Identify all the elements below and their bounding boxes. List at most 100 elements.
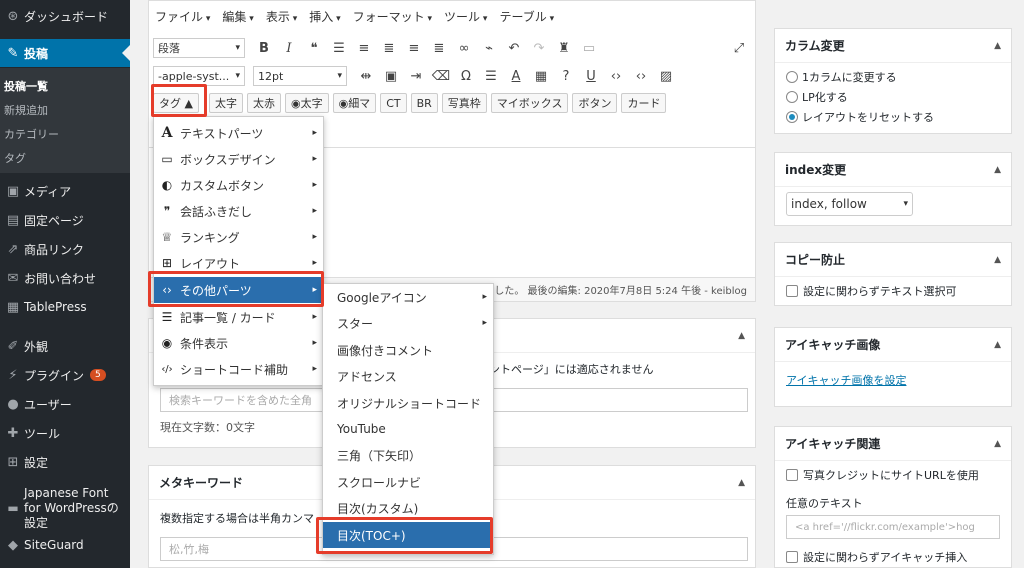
checkbox[interactable] <box>786 469 798 481</box>
toggle-arrow-icon[interactable]: ▲ <box>738 478 745 488</box>
menu-format[interactable]: フォーマット <box>353 8 432 25</box>
align-right-icon[interactable]: ≣ <box>428 37 450 59</box>
submenu-add-new[interactable]: 新規追加 <box>0 98 130 121</box>
checkbox[interactable] <box>786 551 798 563</box>
radio-icon[interactable] <box>786 111 798 123</box>
user-thin-button[interactable]: ◉ 細マ <box>332 93 377 113</box>
table-icon[interactable]: ▦ <box>530 65 552 87</box>
strikethrough-icon[interactable]: ⇹ <box>355 65 377 87</box>
menu-item-shortcode[interactable]: ‹/› ショートコード補助 ▸ <box>154 356 323 382</box>
ct-button[interactable]: CT <box>380 93 407 113</box>
submenu-tags[interactable]: タグ <box>0 146 130 169</box>
credit-checkbox-row[interactable]: 写真クレジットにサイトURLを使用 <box>775 465 1011 485</box>
photo-frame-button[interactable]: 写真枠 <box>441 93 487 113</box>
image-icon[interactable]: ▨ <box>655 65 677 87</box>
sidebar-item-users[interactable]: ● ユーザー <box>0 390 130 418</box>
toggle-arrow-icon[interactable]: ▲ <box>994 255 1001 265</box>
menu-item-box-design[interactable]: ▭ ボックスデザイン ▸ <box>154 146 323 172</box>
sidebar-item-plugins[interactable]: ⚡ プラグイン 5 <box>0 361 130 389</box>
keyboard-icon[interactable]: ▭ <box>578 37 600 59</box>
submenu-star[interactable]: スター ▸ <box>323 310 493 336</box>
submenu-google-icon[interactable]: Googleアイコン ▸ <box>323 284 493 310</box>
stamp-icon[interactable]: ♜ <box>553 37 575 59</box>
sidebar-item-product-link[interactable]: ⇗ 商品リンク <box>0 235 130 263</box>
card-button[interactable]: カード <box>621 93 667 113</box>
sidebar-item-tablepress[interactable]: ▦ TablePress <box>0 293 130 321</box>
submenu-youtube[interactable]: YouTube <box>323 416 493 442</box>
checkbox[interactable] <box>786 285 798 297</box>
bold-button[interactable]: 太字 <box>208 93 243 113</box>
toggle-arrow-icon[interactable]: ▲ <box>994 165 1001 175</box>
menu-item-text-parts[interactable]: A テキストパーツ ▸ <box>154 120 323 146</box>
font-family-select[interactable]: -apple-syst... <box>153 66 245 86</box>
toggle-arrow-icon[interactable]: ▲ <box>994 340 1001 350</box>
submenu-categories[interactable]: カテゴリー <box>0 122 130 145</box>
help-icon[interactable]: ? <box>555 65 577 87</box>
button-button[interactable]: ボタン <box>572 93 618 113</box>
sidebar-item-settings[interactable]: ⊞ 設定 <box>0 448 130 476</box>
copy-checkbox-row[interactable]: 設定に関わらずテキスト選択可 <box>775 281 1011 301</box>
link-icon[interactable]: ∞ <box>453 37 475 59</box>
submenu-triangle[interactable]: 三角（下矢印） <box>323 442 493 468</box>
toggle-arrow-icon[interactable]: ▲ <box>994 41 1001 51</box>
underline-icon[interactable]: U <box>580 65 602 87</box>
blockquote-icon[interactable]: ❝ <box>303 37 325 59</box>
sidebar-item-posts[interactable]: ✎ 投稿 <box>0 39 130 67</box>
submenu-image-comment[interactable]: 画像付きコメント <box>323 337 493 363</box>
bullet-list-icon[interactable]: ☰ <box>328 37 350 59</box>
sidebar-item-contact[interactable]: ✉ お問い合わせ <box>0 264 130 292</box>
code-icon[interactable]: ‹› <box>605 65 627 87</box>
my-box-button[interactable]: マイボックス <box>490 93 569 113</box>
set-eyecatch-link[interactable]: アイキャッチ画像を設定 <box>775 372 1011 388</box>
omega-icon[interactable]: Ω <box>455 65 477 87</box>
menu-insert[interactable]: 挿入 <box>309 8 340 25</box>
fullscreen-icon[interactable]: ⤢ <box>728 37 750 59</box>
bold-red-button[interactable]: 太赤 <box>246 93 281 113</box>
sidebar-item-media[interactable]: ▣ メディア <box>0 177 130 205</box>
submenu-all-posts[interactable]: 投稿一覧 <box>0 74 130 97</box>
menu-file[interactable]: ファイル <box>155 8 210 25</box>
radio-one-column[interactable]: 1カラムに変更する <box>775 67 1011 87</box>
custom-text-input[interactable]: <a href='//flickr.com/example'>hog <box>786 515 1000 539</box>
menu-item-conditional[interactable]: ◉ 条件表示 ▸ <box>154 330 323 356</box>
radio-icon[interactable] <box>786 71 798 83</box>
redo-icon[interactable]: ↷ <box>528 37 550 59</box>
paragraph-format-select[interactable]: 段落 <box>153 38 245 58</box>
bold-icon[interactable]: B <box>253 37 275 59</box>
eraser-icon[interactable]: ⌫ <box>430 65 452 87</box>
radio-reset[interactable]: レイアウトをリセットする <box>775 107 1011 127</box>
submenu-original-shortcode[interactable]: オリジナルショートコード <box>323 390 493 416</box>
sidebar-item-siteguard[interactable]: ◆ SiteGuard <box>0 531 130 559</box>
sidebar-item-dashboard[interactable]: ⊛ ダッシュボード <box>0 2 130 30</box>
font-size-select[interactable]: 12pt <box>253 66 347 86</box>
menu-item-article-list[interactable]: ☰ 記事一覧 / カード ▸ <box>154 304 323 330</box>
align-left-icon[interactable]: ≣ <box>378 37 400 59</box>
radio-icon[interactable] <box>786 91 798 103</box>
radio-lp[interactable]: LP化する <box>775 87 1011 107</box>
sidebar-item-tools[interactable]: ✚ ツール <box>0 419 130 447</box>
outdent-icon[interactable]: ☰ <box>480 65 502 87</box>
italic-icon[interactable]: I <box>278 37 300 59</box>
index-select[interactable]: index, follow <box>786 192 913 216</box>
sidebar-item-appearance[interactable]: ✐ 外観 <box>0 332 130 360</box>
align-center-icon[interactable]: ≡ <box>403 37 425 59</box>
menu-item-ranking[interactable]: ♕ ランキング ▸ <box>154 224 323 250</box>
toggle-arrow-icon[interactable]: ▲ <box>738 331 745 341</box>
numbered-list-icon[interactable]: ≡ <box>353 37 375 59</box>
menu-view[interactable]: 表示 <box>266 8 297 25</box>
menu-item-custom-button[interactable]: ◐ カスタムボタン ▸ <box>154 172 323 198</box>
menu-table[interactable]: テーブル <box>499 8 554 25</box>
br-button[interactable]: BR <box>410 93 438 113</box>
undo-icon[interactable]: ↶ <box>503 37 525 59</box>
submenu-adsense[interactable]: アドセンス <box>323 363 493 389</box>
unlink-icon[interactable]: ⌁ <box>478 37 500 59</box>
submenu-scroll-nav[interactable]: スクロールナビ <box>323 469 493 495</box>
indent-icon[interactable]: ⇥ <box>405 65 427 87</box>
code-alt-icon[interactable]: ‹› <box>630 65 652 87</box>
menu-tools[interactable]: ツール <box>444 8 487 25</box>
text-color-icon[interactable]: A <box>505 65 527 87</box>
menu-edit[interactable]: 編集 <box>222 8 253 25</box>
sidebar-item-japanese-font[interactable]: ▬ Japanese Font for WordPressの設定 <box>0 486 130 530</box>
paste-icon[interactable]: ▣ <box>380 65 402 87</box>
user-bold-button[interactable]: ◉ 太字 <box>284 93 329 113</box>
